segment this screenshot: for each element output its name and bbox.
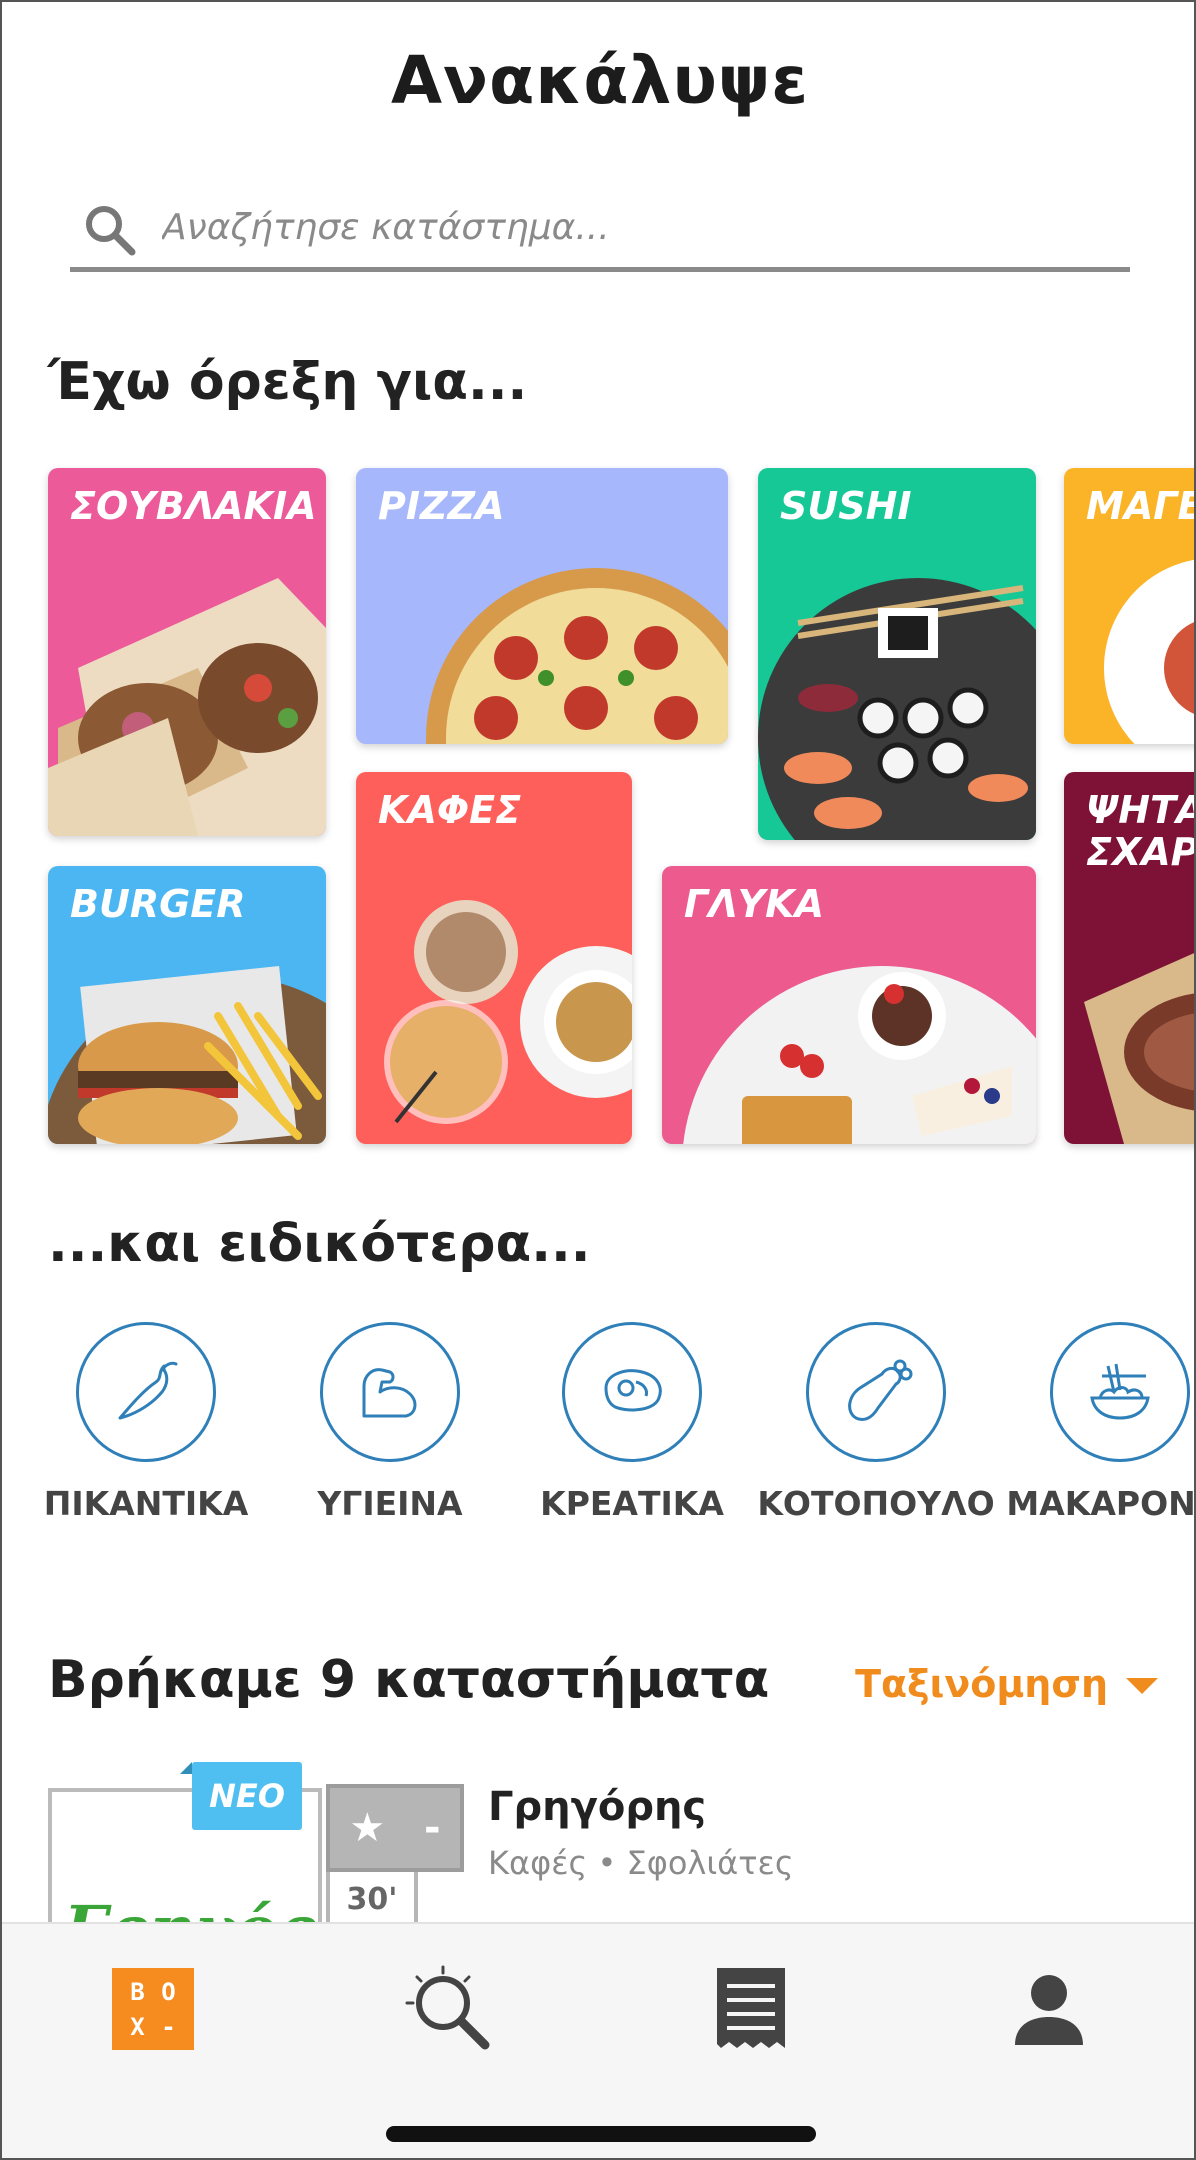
specialty-chip-meat[interactable]: ΚΡΕΑΤΙΚΑ (512, 1322, 752, 1523)
chili-pepper-icon (118, 1361, 178, 1420)
tab-discover[interactable] (396, 1954, 506, 2064)
page-title: Ανακάλυψε (390, 42, 810, 119)
sort-dropdown[interactable]: Ταξινόμηση (855, 1662, 1158, 1706)
bottom-tab-bar: B O X - (2, 1922, 1194, 2158)
tab-home[interactable]: B O X - (98, 1954, 208, 2064)
category-tile-kafes[interactable]: ΚΑΦΕΣ (356, 772, 632, 1144)
category-tile-souvlakia[interactable]: ΣΟΥΒΛΑΚΙΑ (48, 468, 326, 836)
chip-label: ΚΡΕΑΤΙΚΑ (540, 1484, 724, 1523)
rating-badge: ★ - (326, 1784, 464, 1872)
box-logo-icon: B O X - (112, 1968, 194, 2050)
category-tile-mageirefta[interactable]: ΜΑΓΕΙ (1064, 468, 1194, 744)
chip-label: ΜΑΚΑΡΟΝΙΑ (1006, 1484, 1196, 1523)
search-icon (86, 206, 136, 256)
chip-circle (806, 1322, 946, 1462)
sort-label: Ταξινόμηση (855, 1662, 1108, 1706)
chevron-down-icon (1126, 1678, 1158, 1694)
home-indicator[interactable] (386, 2126, 816, 2142)
category-tile-sushi[interactable]: SUSHI (758, 468, 1036, 840)
discover-screen: Ανακάλυψε Έχω όρεξη για... ΣΟΥΒΛΑΚΙΑ (0, 0, 1196, 2160)
chip-circle (1050, 1322, 1190, 1462)
box-logo-letter: - (161, 2012, 176, 2041)
specialties-row: ΠΙΚΑΝΤΙΚΑ ΥΓΙΕΙΝΑ ΚΡΕΑΤΙΚΑ ΚΟΤΟΠΟΥΛΟ ΜΑΚ… (2, 1322, 1196, 1542)
search-input[interactable] (162, 202, 1102, 252)
star-icon: ★ (349, 1805, 386, 1851)
steak-icon (604, 1369, 662, 1412)
category-grid: ΣΟΥΒΛΑΚΙΑ PIZZA SUSHI ΜΑΓ BURGER ΚΑΦΕΣ Γ… (2, 468, 1196, 1148)
store-card[interactable]: Γρηγόρης ΝΕΟ ★ - 30' Γρηγόρης Καφές • Σφ… (48, 1762, 1168, 1932)
category-tile-psita-sxaras[interactable]: ΨΗΤΑ ΣΧΑΡΑ (1064, 772, 1196, 1144)
tile-label: SUSHI (780, 484, 912, 528)
chip-label: ΥΓΙΕΙΝΑ (317, 1484, 463, 1523)
chip-circle (320, 1322, 460, 1462)
tab-orders[interactable] (696, 1954, 806, 2064)
new-badge: ΝΕΟ (180, 1762, 302, 1830)
tile-label: PIZZA (378, 484, 505, 528)
search-icon (405, 1965, 490, 2050)
tile-label: ΜΑΓΕΙ (1086, 484, 1194, 528)
tile-label: ΚΑΦΕΣ (378, 788, 522, 832)
tab-profile[interactable] (994, 1954, 1104, 2064)
chip-circle (76, 1322, 216, 1462)
bicep-icon (362, 1368, 417, 1418)
specialty-chip-spicy[interactable]: ΠΙΚΑΝΤΙΚΑ (26, 1322, 266, 1523)
chip-circle (562, 1322, 702, 1462)
specialty-chip-pasta[interactable]: ΜΑΚΑΡΟΝΙΑ (1000, 1322, 1196, 1523)
category-tile-burger[interactable]: BURGER (48, 866, 326, 1144)
category-tile-glyka[interactable]: ΓΛΥΚΑ (662, 866, 1036, 1144)
tile-label: BURGER (70, 882, 246, 926)
rating-value: - (424, 1805, 441, 1851)
tile-label: ΨΗΤΑ ΣΧΑΡΑ (1086, 788, 1196, 874)
tile-label: ΣΟΥΒΛΑΚΙΑ (70, 484, 317, 528)
chip-label: ΠΙΚΑΝΤΙΚΑ (43, 1484, 249, 1523)
categories-heading: Έχω όρεξη για... (48, 352, 528, 412)
chicken-leg-icon (848, 1359, 913, 1422)
store-name: Γρηγόρης (488, 1784, 707, 1830)
profile-icon (1015, 1975, 1083, 2045)
box-logo-letter: X (130, 2012, 145, 2041)
box-logo-letter: B (130, 1977, 145, 2006)
box-logo-letter: O (161, 1977, 176, 2006)
chip-label: ΚΟΤΟΠΟΥΛΟ (757, 1484, 995, 1523)
specialty-chip-healthy[interactable]: ΥΓΙΕΙΝΑ (270, 1322, 510, 1523)
specialties-heading: ...και ειδικότερα... (48, 1214, 591, 1274)
store-tags: Καφές • Σφολιάτες (488, 1844, 794, 1882)
results-count-title: Βρήκαμε 9 καταστήματα (48, 1650, 770, 1710)
tile-label: ΓΛΥΚΑ (684, 882, 824, 926)
receipt-icon (717, 1968, 785, 2048)
specialty-chip-chicken[interactable]: ΚΟΤΟΠΟΥΛΟ (756, 1322, 996, 1523)
pasta-bowl-icon (1090, 1363, 1150, 1420)
category-tile-pizza[interactable]: PIZZA (356, 468, 728, 744)
search-bar[interactable] (70, 192, 1130, 272)
